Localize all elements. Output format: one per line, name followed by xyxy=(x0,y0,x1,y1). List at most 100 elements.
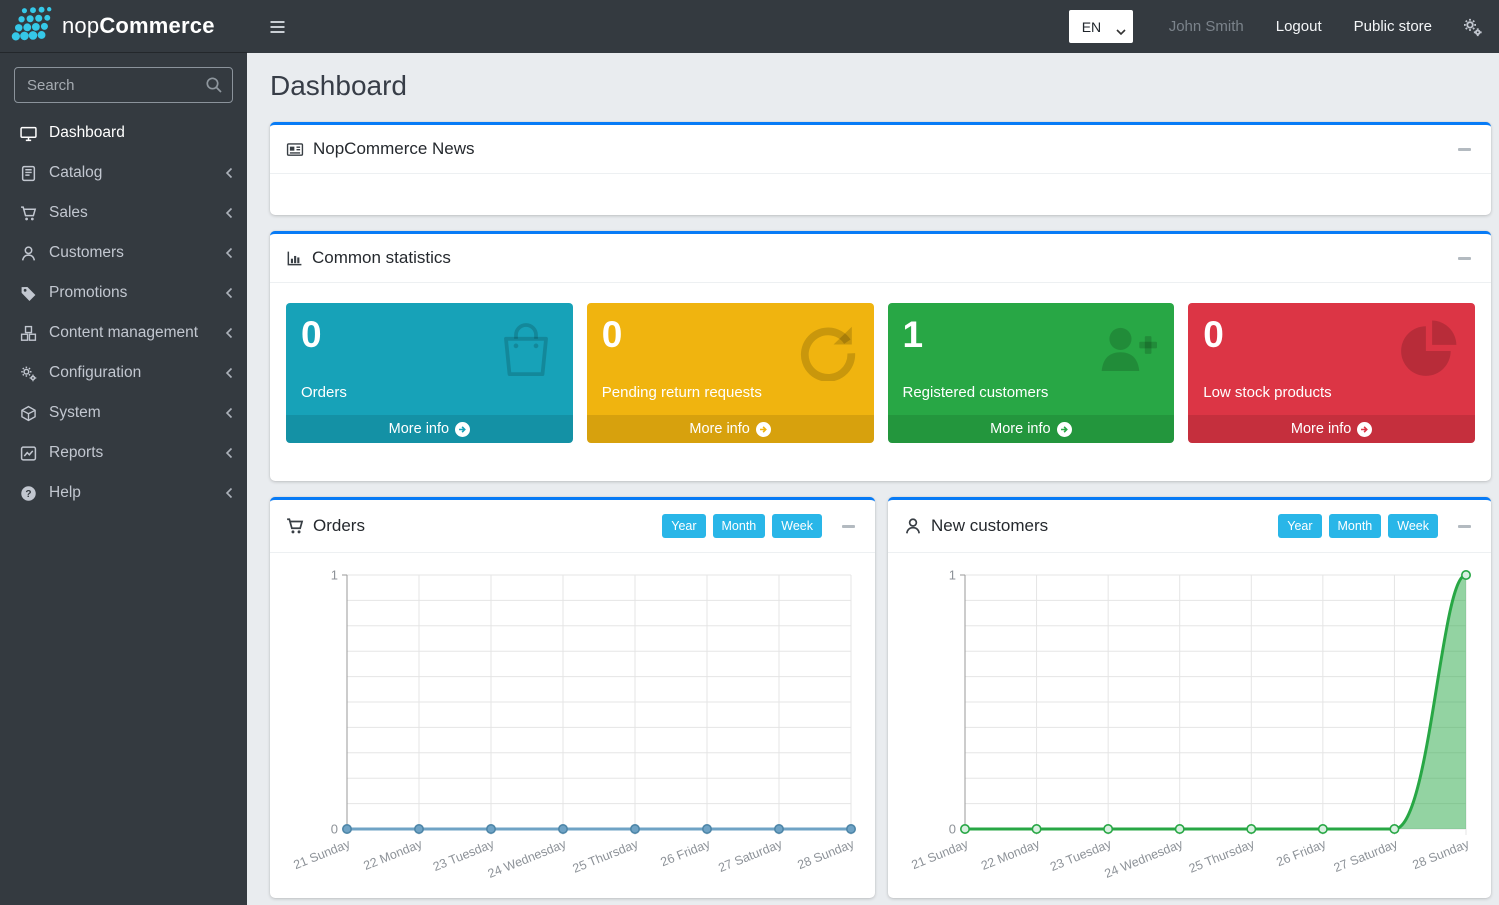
sidebar-item-reports[interactable]: Reports xyxy=(0,433,247,473)
news-panel-header: NopCommerce News xyxy=(270,125,1491,174)
chevron-left-icon xyxy=(225,367,233,379)
sidebar-item-system[interactable]: System xyxy=(0,393,247,433)
chevron-left-icon xyxy=(225,327,233,339)
statistics-cards: 0 Orders More info xyxy=(270,283,1491,481)
sidebar-item-label: Catalog xyxy=(49,164,225,182)
svg-text:27 Saturday: 27 Saturday xyxy=(1332,837,1400,876)
orders-panel-title-text: Orders xyxy=(313,516,365,536)
customers-year-button[interactable]: Year xyxy=(1278,514,1321,538)
orders-chart-panel: Orders Year Month Week 0121 Sunday22 Mon… xyxy=(270,497,875,898)
svg-text:22 Monday: 22 Monday xyxy=(979,837,1042,873)
sidebar-item-promotions[interactable]: Promotions xyxy=(0,273,247,313)
sidebar-item-dashboard[interactable]: Dashboard xyxy=(0,113,247,153)
logout-link[interactable]: Logout xyxy=(1276,18,1322,35)
svg-text:22 Monday: 22 Monday xyxy=(362,837,425,873)
arrow-circle-right-icon xyxy=(1057,422,1072,437)
chevron-left-icon xyxy=(225,287,233,299)
sidebar-search xyxy=(14,67,233,103)
sidebar-item-label: Promotions xyxy=(49,284,225,302)
svg-text:28 Sunday: 28 Sunday xyxy=(1410,837,1471,873)
chevron-left-icon xyxy=(225,207,233,219)
arrow-circle-right-icon xyxy=(1357,422,1372,437)
sidebar-item-label: System xyxy=(49,404,225,422)
collapse-button[interactable] xyxy=(1454,253,1475,264)
low-stock-stat-card: 0 Low stock products More info xyxy=(1188,303,1475,443)
orders-month-button[interactable]: Month xyxy=(713,514,766,538)
sidebar-item-configuration[interactable]: Configuration xyxy=(0,353,247,393)
charts-row: Orders Year Month Week 0121 Sunday22 Mon… xyxy=(270,497,1491,898)
orders-week-button[interactable]: Week xyxy=(772,514,822,538)
topbar: EN John Smith Logout Public store xyxy=(247,0,1499,53)
more-info-link[interactable]: More info xyxy=(286,415,573,443)
sidebar-item-label: Sales xyxy=(49,204,225,222)
sidebar-toggle-button[interactable] xyxy=(269,19,286,35)
sidebar-item-customers[interactable]: Customers xyxy=(0,233,247,273)
chevron-left-icon xyxy=(225,447,233,459)
orders-year-button[interactable]: Year xyxy=(662,514,705,538)
search-input[interactable] xyxy=(14,67,233,103)
minus-icon xyxy=(1458,525,1471,528)
topbar-right: EN John Smith Logout Public store xyxy=(1069,10,1499,43)
minus-icon xyxy=(1458,148,1471,151)
chevron-left-icon xyxy=(225,487,233,499)
stat-value: 0 xyxy=(602,315,859,356)
stat-value: 0 xyxy=(301,315,558,356)
settings-gears-icon[interactable] xyxy=(1462,17,1483,37)
sidebar-item-label: Customers xyxy=(49,244,225,262)
stat-label: Pending return requests xyxy=(602,384,859,401)
chevron-left-icon xyxy=(225,407,233,419)
news-panel-title-text: NopCommerce News xyxy=(313,139,475,159)
sidebar-item-help[interactable]: ? Help xyxy=(0,473,247,513)
news-panel: NopCommerce News xyxy=(270,122,1491,215)
svg-text:26 Friday: 26 Friday xyxy=(1274,837,1328,870)
collapse-button[interactable] xyxy=(838,521,859,532)
arrow-circle-right-icon xyxy=(455,422,470,437)
stat-label: Registered customers xyxy=(903,384,1160,401)
svg-text:0: 0 xyxy=(949,822,956,837)
new-customers-chart-panel: New customers Year Month Week 0121 Sunda… xyxy=(888,497,1491,898)
sidebar-item-sales[interactable]: Sales xyxy=(0,193,247,233)
registered-customers-stat-card: 1 Registered customers More info xyxy=(888,303,1175,443)
bar-chart-icon xyxy=(286,250,303,267)
more-info-link[interactable]: More info xyxy=(1188,415,1475,443)
stat-label: Orders xyxy=(301,384,558,401)
orders-stat-card: 0 Orders More info xyxy=(286,303,573,443)
sidebar-item-label: Reports xyxy=(49,444,225,462)
svg-text:21 Sunday: 21 Sunday xyxy=(291,837,352,873)
public-store-link[interactable]: Public store xyxy=(1354,18,1432,35)
sidebar-item-catalog[interactable]: Catalog xyxy=(0,153,247,193)
collapse-button[interactable] xyxy=(1454,521,1475,532)
svg-text:24 Wednesday: 24 Wednesday xyxy=(486,837,569,881)
nopcommerce-logo-icon xyxy=(10,4,56,49)
newspaper-icon xyxy=(286,141,304,158)
more-info-link[interactable]: More info xyxy=(888,415,1175,443)
language-select[interactable]: EN xyxy=(1069,10,1133,43)
sidebar-item-label: Content management xyxy=(49,324,225,342)
svg-text:?: ? xyxy=(25,488,31,499)
question-icon: ? xyxy=(16,485,40,502)
svg-text:1: 1 xyxy=(331,568,338,583)
svg-text:21 Sunday: 21 Sunday xyxy=(909,837,970,873)
brand[interactable]: nopCommerce xyxy=(0,0,247,53)
svg-text:28 Sunday: 28 Sunday xyxy=(795,837,856,873)
minus-icon xyxy=(842,525,855,528)
chevron-left-icon xyxy=(225,247,233,259)
orders-panel-title: Orders xyxy=(286,516,365,536)
sidebar-menu: Dashboard Catalog Sales Customers xyxy=(0,113,247,513)
collapse-button[interactable] xyxy=(1454,144,1475,155)
stat-label: Low stock products xyxy=(1203,384,1460,401)
statistics-panel-title: Common statistics xyxy=(286,248,451,268)
minus-icon xyxy=(1458,257,1471,260)
cart-icon xyxy=(286,517,304,535)
orders-panel-header: Orders Year Month Week xyxy=(270,500,875,553)
sidebar-item-label: Configuration xyxy=(49,364,225,382)
gears-icon xyxy=(16,365,40,382)
desktop-icon xyxy=(16,125,40,142)
sidebar-item-content-management[interactable]: Content management xyxy=(0,313,247,353)
more-info-link[interactable]: More info xyxy=(587,415,874,443)
customers-week-button[interactable]: Week xyxy=(1388,514,1438,538)
arrow-circle-right-icon xyxy=(756,422,771,437)
search-icon[interactable] xyxy=(204,75,224,100)
customers-month-button[interactable]: Month xyxy=(1329,514,1382,538)
orders-line-chart: 0121 Sunday22 Monday23 Tuesday24 Wednesd… xyxy=(280,561,865,893)
